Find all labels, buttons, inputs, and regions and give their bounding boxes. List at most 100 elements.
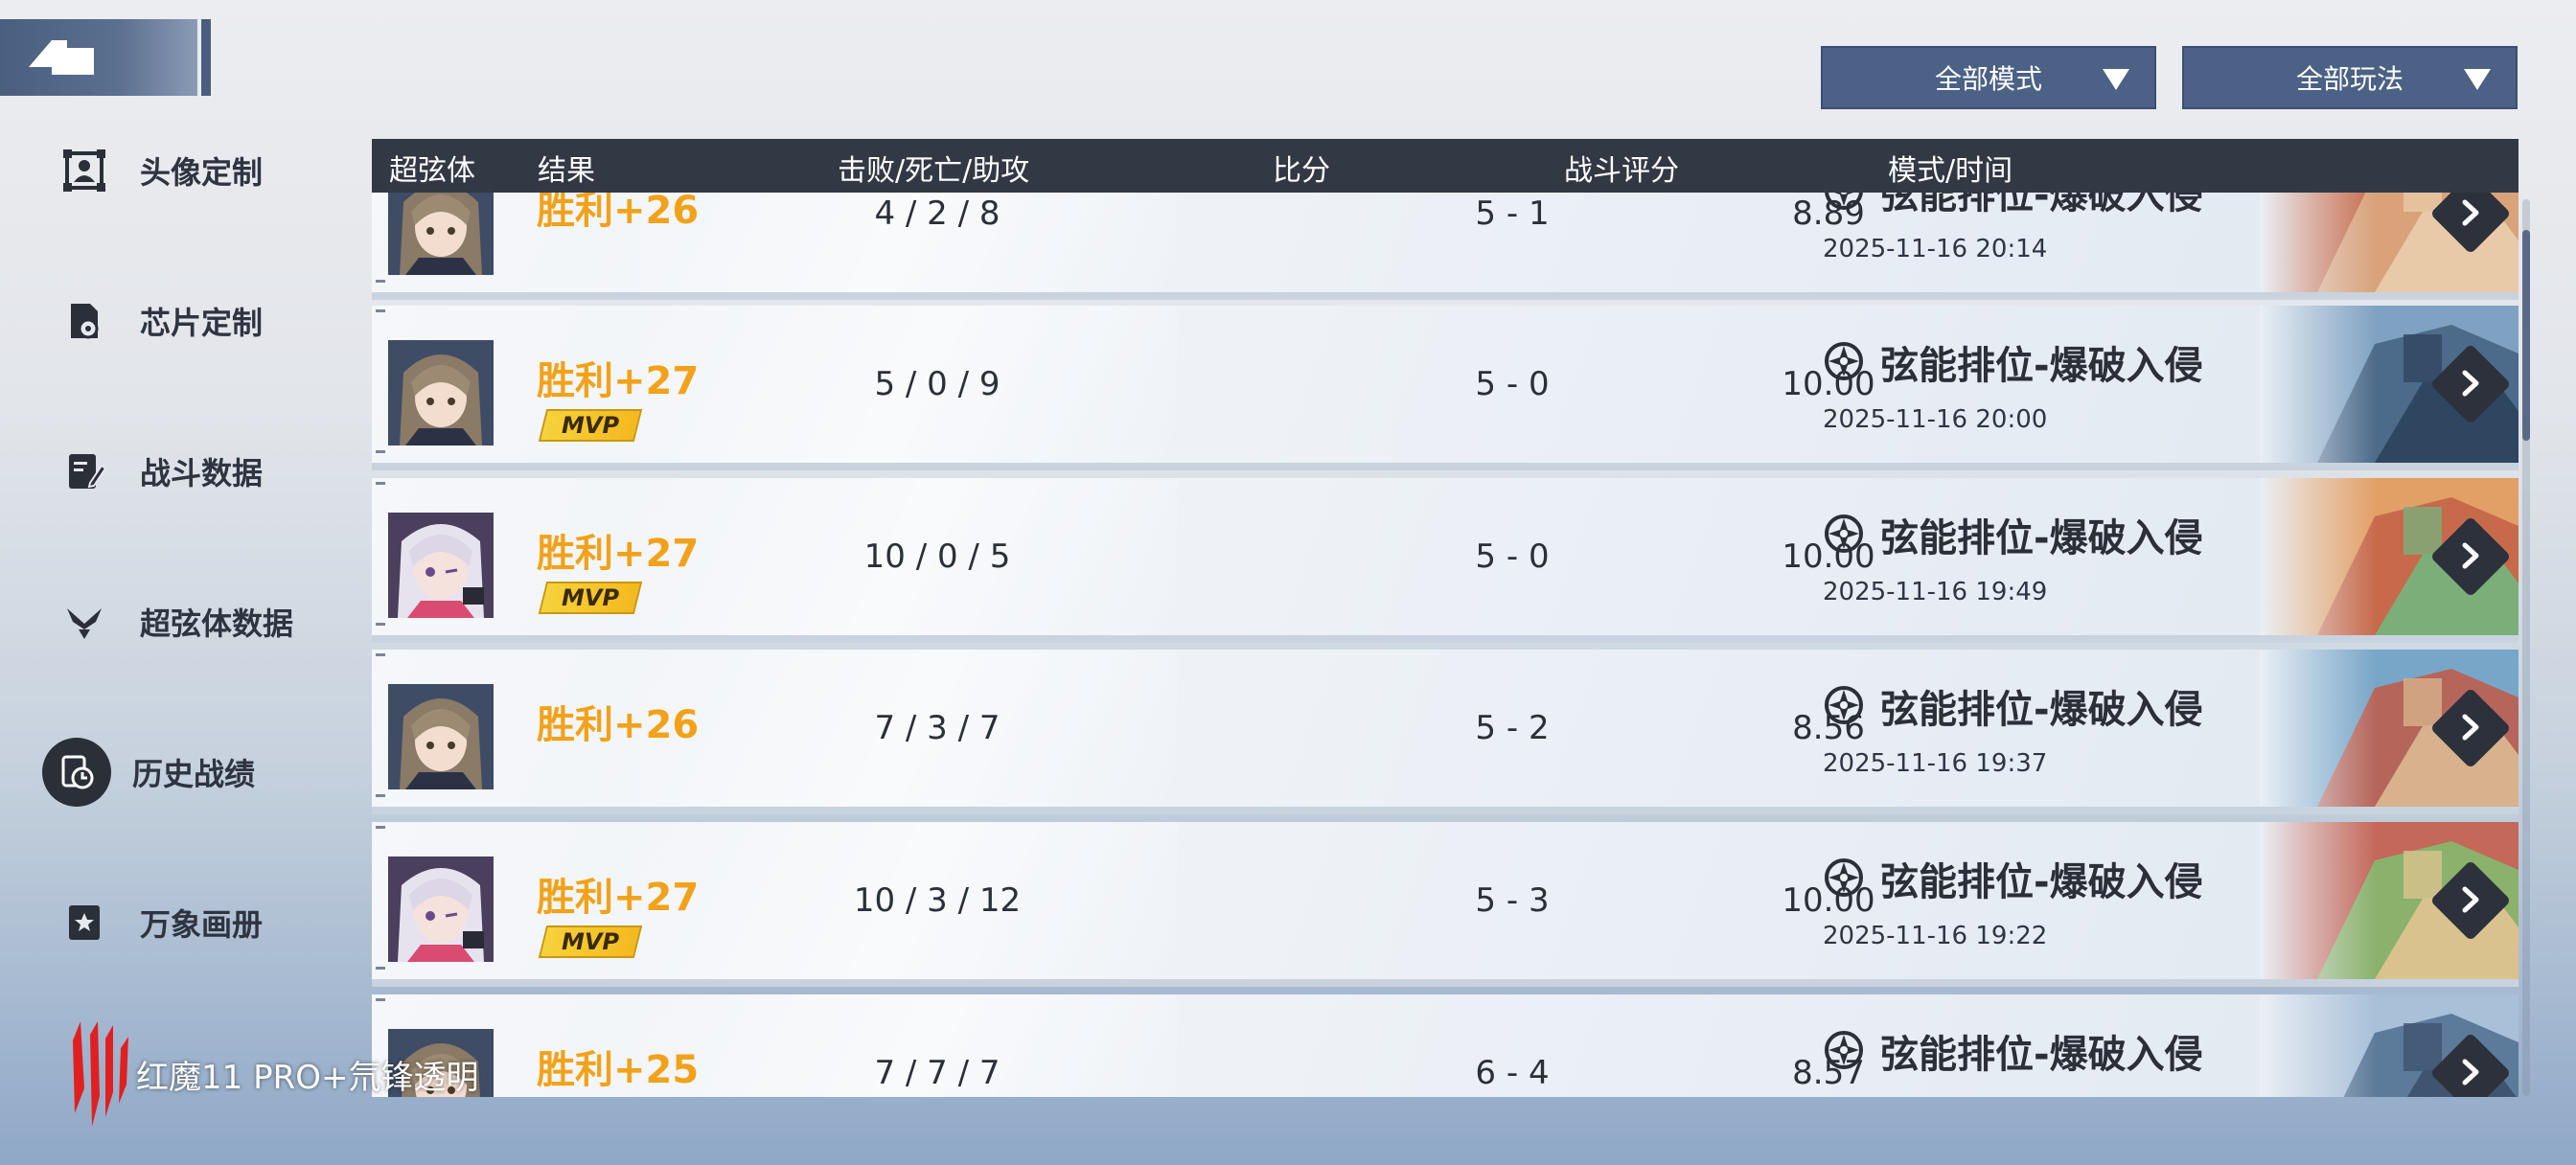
match-time: 2025-11-16 20:00 (1823, 405, 2048, 434)
back-button[interactable] (0, 19, 211, 96)
chevron-right-icon (2462, 886, 2479, 913)
match-mode: 弦能排位-爆破入侵 (1880, 516, 2203, 560)
match-time: 2025-11-16 19:37 (1823, 749, 2048, 778)
header-score: 比分 (1273, 154, 1330, 188)
header-mode-time: 模式/时间 (1888, 154, 2013, 188)
match-score: 6 - 4 (1475, 1054, 1550, 1092)
match-result: 胜利+27 (537, 532, 700, 576)
character-avatar (388, 684, 494, 789)
match-kda: 4 / 2 / 8 (874, 194, 1000, 233)
character-avatar (388, 857, 494, 962)
sidebar-item-chip-custom[interactable]: 芯片定制 (50, 283, 263, 359)
match-kda: 7 / 7 / 7 (874, 1054, 1000, 1092)
sidebar-item-label: 超弦体数据 (140, 605, 294, 642)
scrollbar-thumb[interactable] (2522, 230, 2530, 441)
match-kda: 10 / 0 / 5 (863, 537, 1011, 576)
match-row[interactable]: 胜利+27 MVP 5 / 0 / 95 - 0 10.00 弦能排位-爆破入侵 2025… (372, 306, 2518, 470)
match-score: 5 - 2 (1475, 709, 1550, 747)
ranked-mode-icon (1825, 514, 1863, 553)
match-mode: 弦能排位-爆破入侵 (1880, 860, 2203, 904)
match-score: 5 - 0 (1475, 365, 1550, 403)
sidebar-item-history[interactable]: 历史战绩 (42, 734, 255, 811)
row-marker (376, 826, 385, 829)
ranked-mode-icon (1825, 858, 1863, 897)
chevron-right-icon (2462, 714, 2479, 741)
chevron-right-icon (2462, 370, 2479, 397)
history-clock-icon (42, 738, 111, 807)
mvp-badge: MVP (538, 409, 643, 442)
back-arrow-icon (29, 40, 94, 75)
mode-filter-value: 全部模式 (1934, 63, 2042, 95)
sidebar-item-label: 历史战绩 (132, 756, 256, 792)
match-score: 5 - 1 (1475, 194, 1550, 233)
play-filter-dropdown[interactable]: 全部玩法 (2182, 46, 2518, 109)
sidebar-item-label: 万象画册 (140, 906, 264, 943)
character-avatar (388, 513, 494, 618)
match-row[interactable]: 胜利+27 MVP 10 / 3 / 12 5 - 3 10.00 弦能排位-爆破入侵 20… (372, 822, 2518, 987)
chevron-right-icon (2462, 542, 2479, 569)
match-result: 胜利+25 (537, 1048, 700, 1092)
match-row[interactable]: 胜利+26 4 / 2 / 85 - 1 8.89 弦能排位-爆破入侵 2025-11-… (372, 193, 2518, 300)
match-mode: 弦能排位-爆破入侵 (1880, 688, 2203, 732)
row-marker (376, 623, 385, 626)
claw-logo-icon (73, 1021, 128, 1127)
match-result: 胜利+26 (537, 703, 700, 747)
sidebar-item-label: 芯片定制 (140, 305, 264, 341)
match-kda: 10 / 3 / 12 (853, 881, 1022, 920)
ranked-mode-icon (1825, 342, 1863, 380)
header-result: 结果 (538, 154, 595, 188)
table-header: 超弦体 结果 击败/死亡/助攻 比分 战斗评分 模式/时间 (372, 139, 2518, 193)
match-mode: 弦能排位-爆破入侵 (1880, 344, 2203, 388)
battle-data-icon (50, 437, 119, 506)
row-marker (376, 653, 385, 656)
row-marker (376, 309, 385, 312)
sidebar-item-avatar-custom[interactable]: 头像定制 (50, 132, 263, 209)
ranked-mode-icon (1825, 193, 1863, 210)
match-row[interactable]: 胜利+27 MVP 10 / 0 / 55 - 0 10.00 弦能排位-爆破入侵 202… (372, 478, 2518, 643)
header-character: 超弦体 (389, 154, 475, 188)
match-time: 2025-11-16 20:14 (1823, 235, 2048, 263)
ranked-mode-icon (1825, 686, 1863, 724)
mvp-label: MVP (561, 412, 620, 439)
sidebar-item-label: 头像定制 (140, 154, 264, 191)
device-watermark: 红魔11 PRO+氘锋透明 (54, 1021, 478, 1127)
match-list[interactable]: 胜利+26 4 / 2 / 85 - 1 8.89 弦能排位-爆破入侵 2025-11-… (372, 193, 2518, 1097)
match-row[interactable]: 胜利+25 7 / 7 / 76 - 4 8.57 弦能排位-爆破入侵 (372, 994, 2518, 1097)
back-divider (201, 19, 211, 96)
header-kda: 击败/死亡/助攻 (838, 154, 1030, 188)
header-rating: 战斗评分 (1564, 154, 1679, 188)
chevron-right-icon (2462, 199, 2479, 226)
album-icon (50, 888, 119, 957)
match-score: 5 - 0 (1475, 537, 1550, 576)
match-result: 胜利+27 (537, 359, 700, 403)
sidebar-item-superstring-data[interactable]: 超弦体数据 (50, 583, 293, 660)
sidebar-item-album[interactable]: 万象画册 (50, 884, 263, 961)
row-marker (376, 482, 385, 485)
match-kda: 5 / 0 / 9 (874, 365, 1000, 403)
match-result: 胜利+26 (537, 193, 700, 233)
row-marker (376, 280, 385, 283)
portrait-frame-icon (50, 136, 119, 205)
row-marker (376, 967, 385, 970)
match-result: 胜利+27 (537, 876, 700, 920)
ranked-mode-icon (1825, 1031, 1863, 1069)
match-mode: 弦能排位-爆破入侵 (1880, 1033, 2203, 1077)
match-mode: 弦能排位-爆破入侵 (1880, 193, 2203, 217)
match-time: 2025-11-16 19:22 (1823, 922, 2048, 950)
chip-icon (50, 286, 119, 355)
caret-down-icon (2103, 69, 2129, 90)
match-time: 2025-11-16 19:49 (1823, 578, 2048, 606)
mvp-label: MVP (561, 928, 620, 955)
caret-down-icon (2464, 69, 2491, 90)
character-avatar (388, 193, 494, 275)
superstring-icon (50, 587, 119, 656)
mvp-badge: MVP (538, 925, 643, 958)
chevron-right-icon (2462, 1059, 2479, 1085)
match-score: 5 - 3 (1475, 881, 1550, 920)
sidebar-item-battle-data[interactable]: 战斗数据 (50, 433, 263, 510)
match-row[interactable]: 胜利+26 7 / 3 / 75 - 2 8.56 弦能排位-爆破入侵 2025-11-… (372, 650, 2518, 814)
play-filter-value: 全部玩法 (2295, 63, 2404, 95)
mvp-badge: MVP (538, 582, 643, 614)
mode-filter-dropdown[interactable]: 全部模式 (1821, 46, 2156, 109)
mvp-label: MVP (561, 584, 620, 611)
